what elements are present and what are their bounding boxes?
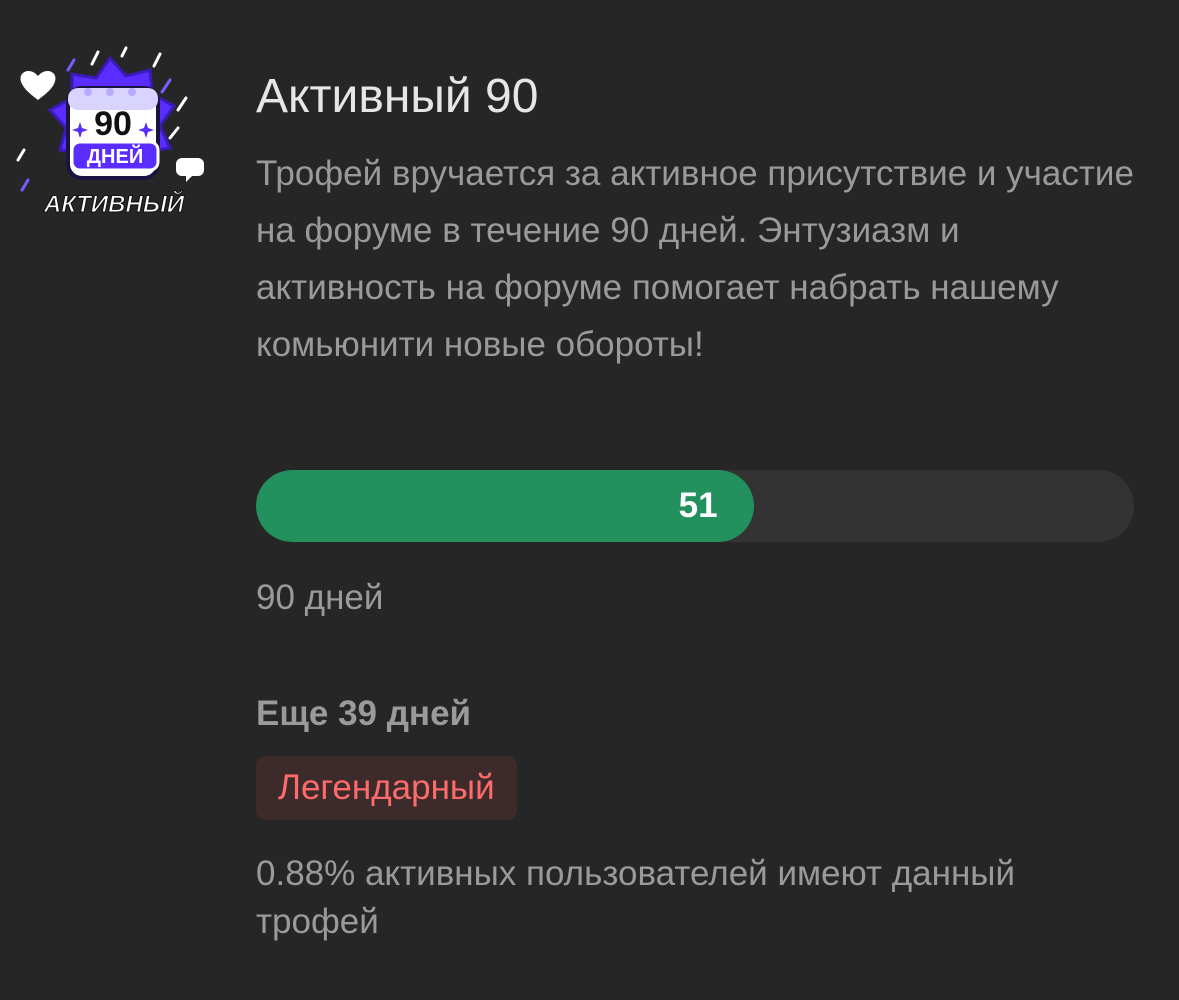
goal-label: 90 дней — [256, 578, 384, 617]
trophy-title: Активный 90 — [256, 70, 539, 123]
rarity-badge: Легендарный — [256, 756, 517, 820]
progress-fill: 51 — [256, 470, 754, 542]
badge-days-label: ДНЕЙ — [87, 144, 143, 168]
trophy-description: Трофей вручается за активное присутствие… — [256, 154, 1134, 364]
remaining-days: Еще 39 дней — [256, 694, 472, 733]
trophy-details: Активный 90 Трофей вручается за активное… — [256, 66, 1136, 941]
badge-name-label: АКТИВНЫЙ — [43, 189, 185, 218]
progress-bar: 51 — [256, 470, 1134, 542]
progress-value: 51 — [678, 486, 718, 525]
badge-number: 90 — [94, 105, 132, 143]
heart-icon — [20, 70, 56, 100]
chat-bubble-icon — [176, 158, 204, 182]
ownership-stat: 0.88% активных пользователей имеют данны… — [256, 854, 1016, 941]
trophy-badge-icon: 90 ДНЕЙ АКТИВНЫЙ — [16, 46, 204, 219]
trophy-page: 90 ДНЕЙ АКТИВНЫЙ Активный 90 Трофей вруч… — [0, 0, 1179, 1000]
